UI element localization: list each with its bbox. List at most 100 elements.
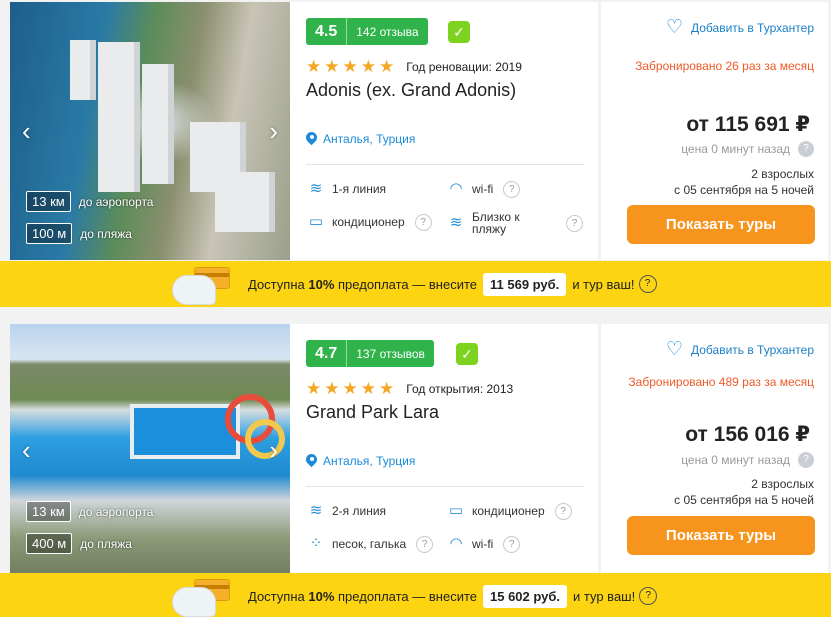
price: от 156 016 ₽ <box>685 423 810 446</box>
help-icon[interactable]: ? <box>416 535 434 553</box>
feature-label: Близко к пляжу <box>472 210 520 236</box>
air-conditioner-icon: ▭ <box>448 502 464 519</box>
add-to-favorites[interactable]: ♡ Добавить в Турхантер <box>666 18 814 37</box>
star-icon: ★ <box>324 57 340 76</box>
column-divider <box>598 2 601 260</box>
airport-distance-label: до аэропорта <box>78 504 154 519</box>
location-text: Анталья, Турция <box>323 132 416 146</box>
feature-air-conditioner: ▭ кондиционер ? <box>446 502 572 520</box>
booked-count: Забронировано 489 раз за месяц <box>628 375 814 389</box>
hotel-name[interactable]: Adonis (ex. Grand Adonis) <box>306 80 516 101</box>
divider <box>306 486 584 487</box>
airport-distance: 13 км до аэропорта <box>26 191 153 212</box>
hand-card-icon <box>172 265 236 305</box>
price-age: цена 0 минут назад ? <box>681 452 814 468</box>
hotel-photo[interactable]: ‹ › 13 км до аэропорта 400 м до пляжа <box>10 324 290 576</box>
prepayment-text-start: Доступна <box>248 276 305 292</box>
star-icon: ★ <box>360 57 376 76</box>
star-icon: ★ <box>324 379 340 398</box>
feature-label: песок, галька <box>332 537 407 551</box>
help-icon[interactable]: ? <box>798 141 814 157</box>
prepayment-text: Доступна 10% предоплата — внесите 15 602… <box>248 573 658 617</box>
price-age: цена 0 минут назад ? <box>681 141 814 157</box>
prepayment-text-end: и тур ваш! <box>573 588 636 604</box>
hotel-name[interactable]: Grand Park Lara <box>306 402 439 423</box>
add-to-favorites-label: Добавить в Турхантер <box>690 342 814 357</box>
star-icon: ★ <box>306 379 322 398</box>
prepayment-banner: Доступна 10% предоплата — внесите 11 569… <box>0 261 831 307</box>
reviews-count: 142 отзыва <box>356 24 419 39</box>
rating-badge[interactable]: 4.5 142 отзыва <box>306 18 428 45</box>
price-age-text: цена 0 минут назад <box>681 453 790 467</box>
hotel-photo[interactable]: ‹ › 13 км до аэропорта 100 м до пляжа <box>10 2 290 260</box>
airport-distance-value: 13 км <box>26 501 71 522</box>
photo-next-arrow-icon[interactable]: › <box>269 437 278 463</box>
hotel-photo-image <box>10 2 290 260</box>
prepayment-text-end: и тур ваш! <box>572 276 635 292</box>
help-icon[interactable]: ? <box>414 213 432 231</box>
price-age-text: цена 0 минут назад <box>681 142 790 156</box>
add-to-favorites[interactable]: ♡ Добавить в Турхантер <box>666 340 814 359</box>
beach-distance: 100 м до пляжа <box>26 223 132 244</box>
feature-wifi: ◠ wi-fi ? <box>446 180 521 198</box>
column-divider <box>598 324 601 576</box>
booked-count: Забронировано 26 раз за месяц <box>635 59 814 73</box>
photo-prev-arrow-icon[interactable]: ‹ <box>22 437 31 463</box>
prepayment-text-middle: предоплата — внесите <box>338 588 477 604</box>
heart-icon: ♡ <box>665 339 683 360</box>
hotel-info: 4.5 142 отзыва ✓ ★ ★ ★ ★ ★ Год реновации… <box>306 2 596 260</box>
beach-line-icon: ≋ <box>309 180 323 197</box>
prepayment-text-start: Доступна <box>248 588 305 604</box>
price-panel: ♡ Добавить в Турхантер Забронировано 26 … <box>604 2 828 260</box>
help-icon[interactable]: ? <box>503 180 521 198</box>
photo-prev-arrow-icon[interactable]: ‹ <box>22 118 31 144</box>
reviews-count: 137 отзывов <box>356 346 425 361</box>
feature-label: кондиционер <box>472 504 545 518</box>
show-tours-button[interactable]: Показать туры <box>627 205 815 244</box>
star-icon: ★ <box>342 379 358 398</box>
hotel-location[interactable]: Анталья, Турция <box>306 454 415 468</box>
photo-next-arrow-icon[interactable]: › <box>269 118 278 144</box>
rating-score: 4.7 <box>306 340 348 367</box>
beach-distance-value: 100 м <box>26 223 73 244</box>
feature-sand-pebble: ⁘ песок, галька ? <box>306 535 434 553</box>
star-rating: ★ ★ ★ ★ ★ Год реновации: 2019 <box>306 58 522 75</box>
price-panel: ♡ Добавить в Турхантер Забронировано 489… <box>604 324 828 576</box>
star-icon: ★ <box>306 57 322 76</box>
help-icon[interactable]: ? <box>503 535 521 553</box>
divider <box>306 164 584 165</box>
renovation-year: Год реновации: 2019 <box>406 59 522 74</box>
help-icon[interactable]: ? <box>566 214 583 232</box>
travelers: 2 взрослых <box>751 167 814 181</box>
opening-year: Год открытия: 2013 <box>406 381 514 396</box>
sand-pebble-icon: ⁘ <box>309 535 323 552</box>
feature-label: 2-я линия <box>332 504 387 518</box>
tour-dates: с 05 сентября на 5 ночей <box>674 493 814 507</box>
location-pin-icon <box>306 454 317 468</box>
wifi-icon: ◠ <box>449 535 463 552</box>
airport-distance-value: 13 км <box>26 191 71 212</box>
show-tours-button[interactable]: Показать туры <box>627 516 815 555</box>
rating-badge[interactable]: 4.7 137 отзывов <box>306 340 434 367</box>
prepayment-text-middle: предоплата — внесите <box>338 276 477 292</box>
feature-label: кондиционер <box>332 215 405 229</box>
star-icon: ★ <box>360 379 376 398</box>
rating-score: 4.5 <box>306 18 348 45</box>
airport-distance: 13 км до аэропорта <box>26 501 153 522</box>
help-icon[interactable]: ? <box>798 452 814 468</box>
star-icon: ★ <box>342 57 358 76</box>
feature-label: wi-fi <box>472 182 494 196</box>
wifi-icon: ◠ <box>449 180 463 197</box>
beach-near-icon: ≋ <box>449 214 463 231</box>
location-pin-icon <box>306 132 317 146</box>
feature-wifi: ◠ wi-fi ? <box>446 535 521 553</box>
prepayment-text: Доступна 10% предоплата — внесите 11 569… <box>248 261 657 307</box>
add-to-favorites-label: Добавить в Турхантер <box>690 20 814 35</box>
feature-air-conditioner: ▭ кондиционер ? <box>306 213 432 231</box>
help-icon[interactable]: ? <box>638 275 657 293</box>
hotel-location[interactable]: Анталья, Турция <box>306 132 415 146</box>
location-text: Анталья, Турция <box>323 454 416 468</box>
help-icon[interactable]: ? <box>554 502 572 520</box>
hotel-card: ‹ › 13 км до аэропорта 100 м до пляжа 4.… <box>10 2 828 260</box>
help-icon[interactable]: ? <box>639 587 658 605</box>
